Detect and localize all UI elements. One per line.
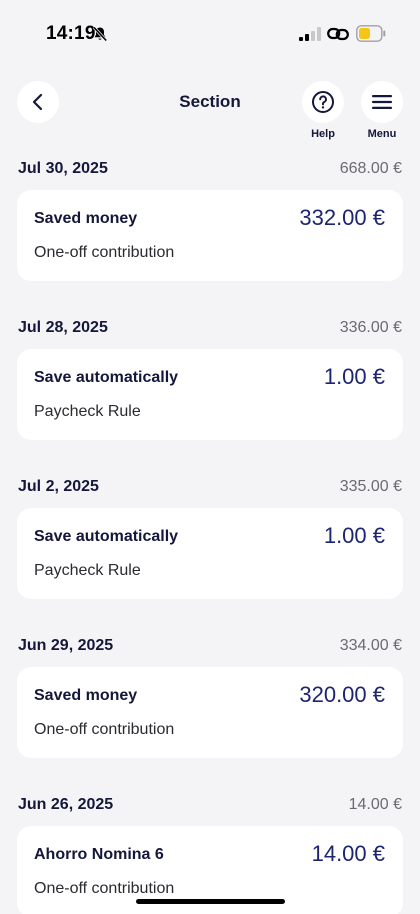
transaction-group: Jul 2, 2025 335.00 € Save automatically … [0, 468, 420, 627]
transaction-subtitle: One-off contribution [34, 880, 175, 897]
transaction-date: Jul 2, 2025 [18, 478, 99, 495]
transaction-title: Saved money [34, 210, 138, 227]
battery-icon [356, 25, 386, 42]
status-time: 14:19 [46, 23, 96, 44]
transaction-amount: 14.00 € [311, 841, 385, 866]
transaction-title: Saved money [34, 687, 138, 704]
running-balance: 335.00 € [339, 478, 402, 495]
screen: 14:19 Section Help Menu Jul 30, 2025 668… [0, 0, 420, 914]
transaction-list: Jul 30, 2025 668.00 € Saved money One-of… [0, 150, 420, 914]
transaction-date: Jul 28, 2025 [18, 319, 108, 336]
home-indicator[interactable] [136, 899, 285, 904]
personal-hotspot-icon [327, 27, 349, 41]
bell-off-icon [92, 26, 108, 42]
transaction-group: Jun 29, 2025 334.00 € Saved money One-of… [0, 627, 420, 786]
date-header: Jun 29, 2025 334.00 € [0, 627, 420, 667]
running-balance: 14.00 € [348, 796, 402, 813]
transaction-group: Jun 26, 2025 14.00 € Ahorro Nomina 6 One… [0, 786, 420, 914]
transaction-amount: 1.00 € [323, 523, 385, 548]
transaction-date: Jun 26, 2025 [18, 796, 114, 813]
transaction-amount: 320.00 € [299, 682, 385, 707]
transaction-group: Jul 28, 2025 336.00 € Save automatically… [0, 309, 420, 468]
transaction-card[interactable]: Save automatically Paycheck Rule 1.00 € [17, 508, 403, 599]
date-header: Jul 2, 2025 335.00 € [0, 468, 420, 508]
date-header: Jul 28, 2025 336.00 € [0, 309, 420, 349]
running-balance: 668.00 € [339, 160, 402, 177]
transaction-card[interactable]: Saved money One-off contribution 332.00 … [17, 190, 403, 281]
transaction-date: Jun 29, 2025 [18, 637, 114, 654]
cellular-signal-icon [299, 27, 321, 41]
question-mark-icon [312, 91, 334, 113]
help-circle[interactable] [302, 81, 344, 123]
date-header: Jul 30, 2025 668.00 € [0, 150, 420, 190]
transaction-subtitle: Paycheck Rule [34, 403, 141, 420]
help-label: Help [311, 128, 335, 140]
header: Section Help Menu [0, 78, 420, 148]
transaction-amount: 1.00 € [323, 364, 385, 389]
transaction-subtitle: One-off contribution [34, 244, 175, 261]
transaction-card[interactable]: Save automatically Paycheck Rule 1.00 € [17, 349, 403, 440]
menu-button[interactable]: Menu [357, 81, 407, 143]
transaction-subtitle: Paycheck Rule [34, 562, 141, 579]
running-balance: 334.00 € [339, 637, 402, 654]
running-balance: 336.00 € [339, 319, 402, 336]
transaction-title: Save automatically [34, 369, 179, 386]
transaction-subtitle: One-off contribution [34, 721, 175, 738]
transaction-title: Ahorro Nomina 6 [34, 846, 164, 863]
transaction-title: Save automatically [34, 528, 179, 545]
status-bar: 14:19 [0, 0, 420, 60]
hamburger-menu-icon [372, 95, 392, 109]
help-button[interactable]: Help [298, 81, 348, 143]
menu-label: Menu [367, 128, 397, 140]
transaction-group: Jul 30, 2025 668.00 € Saved money One-of… [0, 150, 420, 309]
menu-circle[interactable] [361, 81, 403, 123]
date-header: Jun 26, 2025 14.00 € [0, 786, 420, 826]
transaction-amount: 332.00 € [299, 205, 385, 230]
transaction-card[interactable]: Saved money One-off contribution 320.00 … [17, 667, 403, 758]
transaction-date: Jul 30, 2025 [18, 160, 108, 177]
